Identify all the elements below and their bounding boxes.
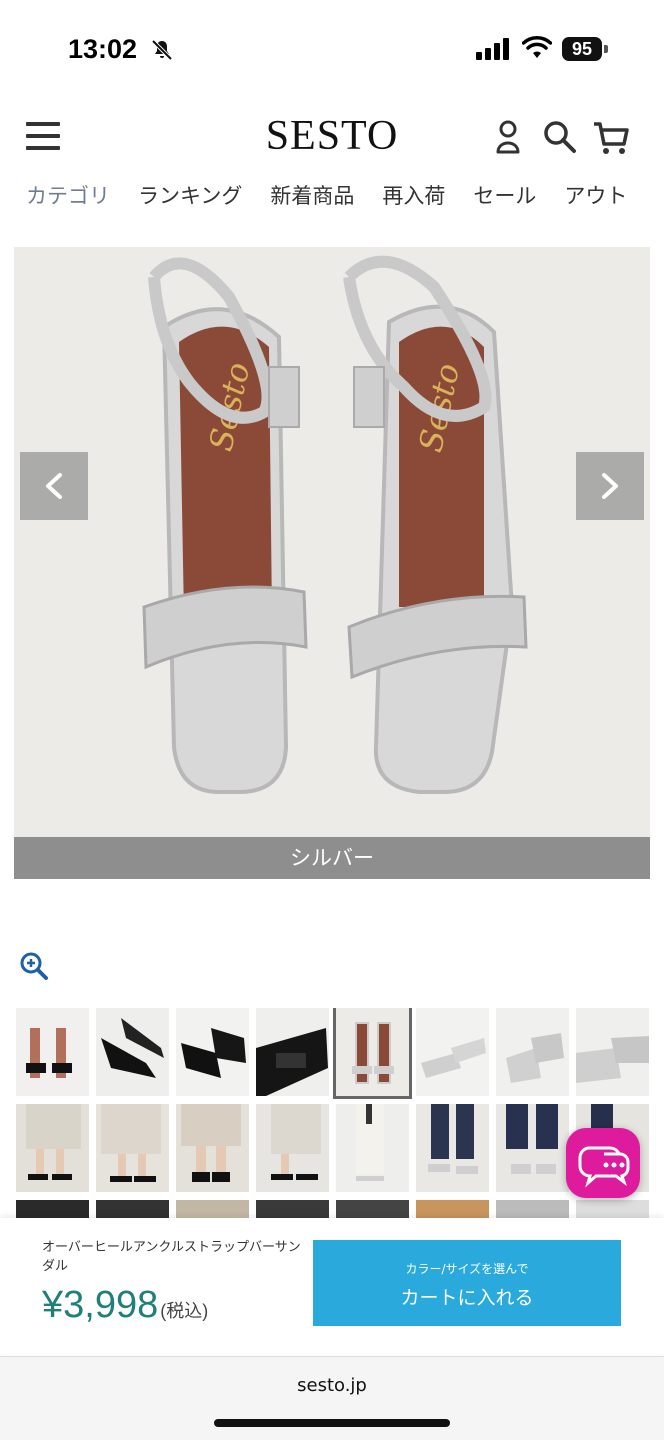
- nav-item-category[interactable]: カテゴリ: [26, 180, 110, 210]
- purchase-bar: オーバーヒールアンクルストラップバーサンダル ¥3,998 (税込) カラー/サイ…: [0, 1218, 664, 1354]
- status-bar: 13:02 95: [0, 0, 664, 100]
- wifi-icon: [522, 36, 552, 58]
- nav-item-outlet[interactable]: アウト: [564, 180, 627, 210]
- battery-tip: [604, 45, 608, 53]
- thumbnail[interactable]: [256, 1200, 329, 1220]
- nav-item-restock[interactable]: 再入荷: [382, 180, 445, 210]
- add-to-cart-button[interactable]: カラー/サイズを選んで カートに入れる: [313, 1240, 621, 1326]
- nav-item-sale[interactable]: セール: [473, 180, 536, 210]
- browser-address-bar[interactable]: sesto.jp: [0, 1356, 664, 1440]
- price-value: ¥3,998: [42, 1284, 159, 1326]
- nav-item-new-arrivals[interactable]: 新着商品: [270, 180, 354, 210]
- account-icon[interactable]: [490, 118, 526, 158]
- product-price: ¥3,998 (税込): [42, 1284, 208, 1327]
- product-main-image[interactable]: Sesto Sesto シルバー: [14, 247, 650, 879]
- status-time: 13:02: [68, 34, 138, 64]
- thumbnail[interactable]: [16, 1008, 89, 1096]
- chat-button[interactable]: [566, 1128, 640, 1198]
- site-logo[interactable]: SESTO: [232, 112, 432, 160]
- thumbnail-grid: [16, 1008, 652, 1220]
- hamburger-menu-icon[interactable]: [26, 122, 62, 152]
- zoom-in-icon[interactable]: [18, 950, 50, 982]
- url-text[interactable]: sesto.jp: [0, 1375, 664, 1396]
- site-header: SESTO カテゴリ ランキング 新着商品 再入荷 セール アウト: [0, 100, 664, 235]
- thumbnail[interactable]: [16, 1200, 89, 1220]
- cart-label: カートに入れる: [400, 1287, 534, 1309]
- thumbnail[interactable]: [576, 1200, 649, 1220]
- thumbnail[interactable]: [416, 1104, 489, 1192]
- thumbnail[interactable]: [496, 1008, 569, 1096]
- product-name: オーバーヒールアンクルストラップバーサンダル: [42, 1240, 301, 1274]
- thumbnail[interactable]: [576, 1008, 649, 1096]
- thumbnail[interactable]: [416, 1008, 489, 1096]
- thumbnail[interactable]: [96, 1008, 169, 1096]
- chevron-left-icon: [46, 473, 62, 499]
- category-nav: カテゴリ ランキング 新着商品 再入荷 セール アウト: [26, 180, 664, 220]
- thumbnail[interactable]: [496, 1200, 569, 1220]
- thumbnail[interactable]: [256, 1104, 329, 1192]
- home-indicator[interactable]: [214, 1419, 450, 1427]
- thumbnail[interactable]: [416, 1200, 489, 1220]
- cellular-signal-icon: [476, 38, 509, 60]
- sandal-photo: Sesto Sesto: [14, 247, 650, 879]
- image-caption: シルバー: [14, 837, 650, 879]
- thumbnail-selected[interactable]: [333, 1008, 412, 1099]
- cart-sub-label: カラー/サイズを選んで: [405, 1262, 529, 1276]
- thumbnail[interactable]: [176, 1104, 249, 1192]
- chevron-right-icon: [602, 473, 618, 499]
- bell-off-icon: [151, 39, 173, 61]
- thumbnail[interactable]: [96, 1200, 169, 1220]
- tax-note: (税込): [160, 1301, 209, 1321]
- thumbnail[interactable]: [336, 1200, 409, 1220]
- thumbnail[interactable]: [16, 1104, 89, 1192]
- next-image-button[interactable]: [576, 452, 644, 520]
- thumbnail[interactable]: [96, 1104, 169, 1192]
- prev-image-button[interactable]: [20, 452, 88, 520]
- battery-indicator: 95: [562, 37, 602, 61]
- cart-icon[interactable]: [592, 118, 632, 158]
- search-icon[interactable]: [542, 118, 578, 158]
- chat-bubble-icon: [578, 1146, 630, 1188]
- thumbnail[interactable]: [256, 1008, 329, 1096]
- thumbnail[interactable]: [336, 1104, 409, 1192]
- thumbnail[interactable]: [176, 1200, 249, 1220]
- thumbnail[interactable]: [176, 1008, 249, 1096]
- thumbnail[interactable]: [496, 1104, 569, 1192]
- nav-item-ranking[interactable]: ランキング: [138, 180, 242, 210]
